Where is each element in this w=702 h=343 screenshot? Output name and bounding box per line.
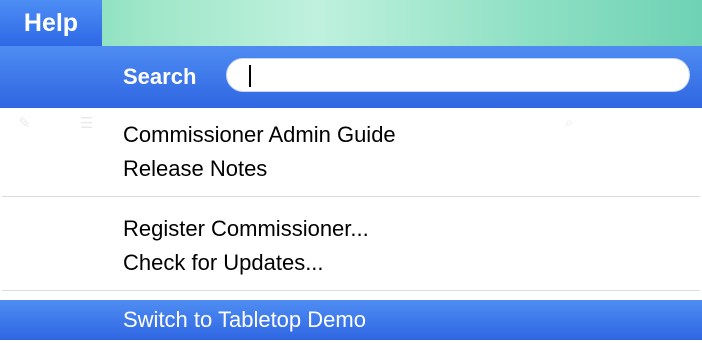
menu-item-register-commissioner[interactable]: Register Commissioner...	[123, 216, 369, 242]
search-label: Search	[123, 64, 197, 89]
ghost-list-icon: ☰	[80, 115, 94, 132]
help-menu-dropdown: ✎ ☰ ⌕ Search Commissioner Admin Guide Re…	[0, 46, 702, 343]
menu-item-commissioner-admin-guide[interactable]: Commissioner Admin Guide	[123, 122, 396, 148]
search-row: Search	[0, 46, 702, 108]
search-input[interactable]	[226, 58, 690, 92]
ghost-zoom-icon: ⌕	[565, 114, 574, 131]
menu-item-check-for-updates[interactable]: Check for Updates...	[123, 250, 324, 276]
ghost-pencil-icon: ✎	[18, 115, 31, 132]
menu-item-switch-to-tabletop-demo[interactable]: Switch to Tabletop Demo	[0, 300, 702, 340]
text-caret	[249, 65, 251, 87]
menu-separator	[2, 290, 700, 291]
menu-item-release-notes[interactable]: Release Notes	[123, 156, 267, 182]
help-menu-title[interactable]: Help	[0, 0, 102, 46]
menubar: Help	[0, 0, 702, 46]
menu-separator	[2, 196, 700, 197]
